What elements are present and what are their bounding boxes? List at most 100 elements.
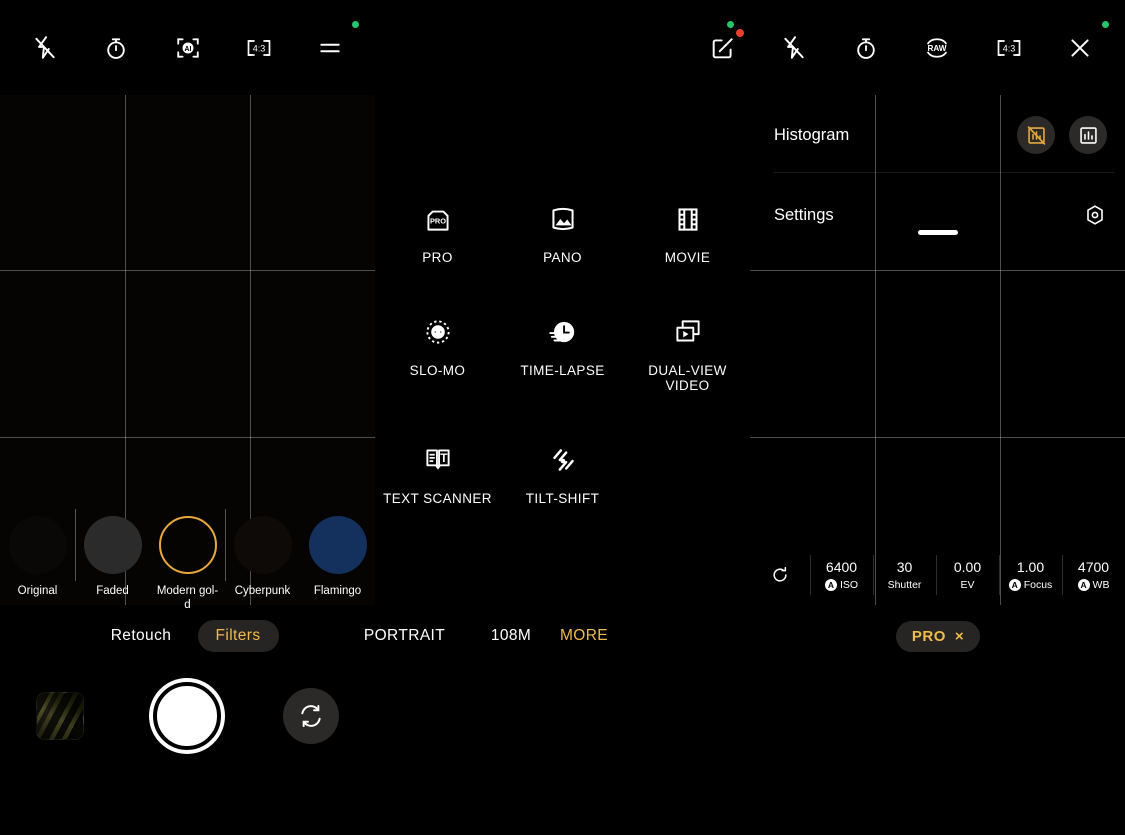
filter-label: Cyberpunk [234, 585, 291, 597]
pro-control-ev[interactable]: 0.00 EV [936, 549, 999, 601]
pro-control-iso[interactable]: 6400 A ISO [810, 549, 873, 601]
mode-item-text-scanner[interactable]: T TEXT SCANNER [382, 441, 494, 506]
pro-mode-pill[interactable]: PRO × [895, 612, 981, 660]
pro-control-bar: 6400 A ISO 30 Shutter 0.00 EV 1.00 A Foc… [750, 545, 1125, 605]
mode-item-pro[interactable]: PRO PRO [382, 200, 494, 265]
pro-sublabel: Shutter [888, 578, 922, 592]
filter-label: Faded [96, 585, 129, 597]
filter-swatch [233, 516, 292, 574]
text-scanner-icon: T [421, 441, 455, 479]
switch-camera-icon [298, 703, 324, 729]
menu-button[interactable] [307, 25, 353, 71]
gallery-thumbnail[interactable] [36, 692, 84, 740]
mode-selection-grid: PRO PRO PANO MOVIE SLO-MO TIME-LAPSE DUA… [375, 200, 750, 506]
flash-off-icon [32, 35, 58, 61]
filter-item-faded[interactable]: Faded [75, 505, 150, 598]
panorama-icon [546, 200, 580, 238]
tilt-shift-icon [546, 441, 580, 479]
pro-reset-button[interactable] [750, 565, 810, 585]
grid-line-horizontal [0, 270, 375, 271]
menu-icon [317, 35, 343, 61]
camera-app-screen: AI 4:3 RAW 4:3 PRO PRO PANO MOVIE SLO-MO… [0, 0, 1125, 835]
histogram-off-button[interactable] [1017, 116, 1055, 154]
close-button[interactable] [1057, 25, 1103, 71]
svg-text:4:3: 4:3 [252, 43, 265, 53]
mode-label: TILT-SHIFT [525, 491, 600, 506]
pro-value: 6400 [825, 559, 858, 575]
pro-sublabel: A WB [1077, 578, 1110, 592]
film-strip-icon [671, 200, 705, 238]
pro-control-shutter[interactable]: 30 Shutter [873, 549, 936, 601]
filter-item-original[interactable]: Original [0, 505, 75, 598]
tab-filters[interactable]: Filters [197, 612, 279, 660]
filter-swatch [8, 516, 67, 574]
pro-value: 30 [896, 559, 913, 575]
mode-item-slo-mo[interactable]: SLO-MO [382, 313, 494, 393]
filter-item-flamingo[interactable]: Flamingo [300, 505, 375, 598]
switch-camera-button[interactable] [283, 688, 339, 744]
filter-label: Original [17, 585, 58, 597]
grid-line-horizontal [750, 437, 1125, 438]
ai-scene-button[interactable]: AI [165, 25, 211, 71]
grid-line-horizontal [0, 437, 375, 438]
pro-pill-label: PRO [911, 627, 946, 645]
pro-sublabel: A Focus [1008, 578, 1052, 592]
mode-item-tilt-shift[interactable]: TILT-SHIFT [507, 441, 619, 506]
mode-item-pano[interactable]: PANO [507, 200, 619, 265]
aspect-ratio-button[interactable]: 4:3 [236, 25, 282, 71]
aspect-ratio-icon: 4:3 [245, 35, 273, 61]
edit-button[interactable] [700, 25, 746, 71]
flash-off-button-right[interactable] [771, 25, 817, 71]
mode-label: DUAL-VIEW VIDEO [648, 363, 727, 393]
tab-label: MORE [559, 627, 609, 644]
hexagon-gear-icon[interactable] [1083, 203, 1125, 227]
timer-button[interactable] [93, 25, 139, 71]
aspect-ratio-icon: 4:3 [995, 35, 1023, 61]
raw-icon: RAW [922, 35, 952, 61]
edit-badge-dot [736, 28, 744, 37]
tab-retouch[interactable]: Retouch [95, 612, 187, 660]
mode-item-time-lapse[interactable]: TIME-LAPSE [507, 313, 619, 393]
auto-badge: A [1008, 579, 1021, 591]
slow-motion-icon [421, 313, 455, 351]
pro-sublabel: A ISO [824, 578, 858, 592]
timer-button-right[interactable] [843, 25, 889, 71]
mode-label: PRO [422, 250, 453, 265]
pro-control-wb[interactable]: 4700 A WB [1062, 549, 1125, 601]
pro-value: 0.00 [953, 559, 982, 575]
status-dot-green [352, 21, 359, 28]
timer-icon [103, 35, 129, 61]
mode-item-movie[interactable]: MOVIE [632, 200, 744, 265]
mode-item-dual-view-video[interactable]: DUAL-VIEW VIDEO [632, 313, 744, 393]
mode-label: TEXT SCANNER [383, 491, 492, 506]
shutter-button[interactable] [153, 682, 221, 750]
raw-button[interactable]: RAW [914, 25, 960, 71]
tab-portrait[interactable]: PORTRAIT [352, 612, 457, 660]
mode-label: TIME-LAPSE [520, 363, 605, 378]
filter-swatch [308, 516, 367, 574]
svg-text:AI: AI [184, 45, 191, 52]
filter-item-modern-gold[interactable]: Modern gol-d [150, 505, 225, 612]
aspect-ratio-button-right[interactable]: 4:3 [986, 25, 1032, 71]
close-icon[interactable]: × [955, 628, 964, 645]
pro-control-focus[interactable]: 1.00 A Focus [999, 549, 1062, 601]
filter-strip: Original Faded Modern gol-d Cyberpunk Fl… [0, 505, 375, 612]
mode-label: SLO-MO [409, 363, 466, 378]
panel-drag-handle[interactable] [918, 230, 958, 235]
svg-text:PRO: PRO [429, 216, 445, 225]
edit-square-icon [710, 35, 736, 61]
histogram-label: Histogram [774, 125, 850, 144]
pro-label: WB [1092, 579, 1110, 591]
histogram-on-button[interactable] [1069, 116, 1107, 154]
pro-sublabel: EV [960, 578, 974, 592]
ai-scene-icon: AI [175, 35, 201, 61]
filter-separator [75, 509, 76, 581]
settings-row[interactable]: Settings [750, 175, 1125, 255]
top-toolbar-right: RAW 4:3 [680, 0, 1125, 95]
tab-more[interactable]: MORE [535, 612, 633, 660]
flash-off-icon [781, 35, 807, 61]
flash-off-button[interactable] [22, 25, 68, 71]
filter-label: Modern gol-d [156, 585, 219, 611]
filter-item-cyberpunk[interactable]: Cyberpunk [225, 505, 300, 598]
bottom-bar-right [750, 665, 1125, 770]
